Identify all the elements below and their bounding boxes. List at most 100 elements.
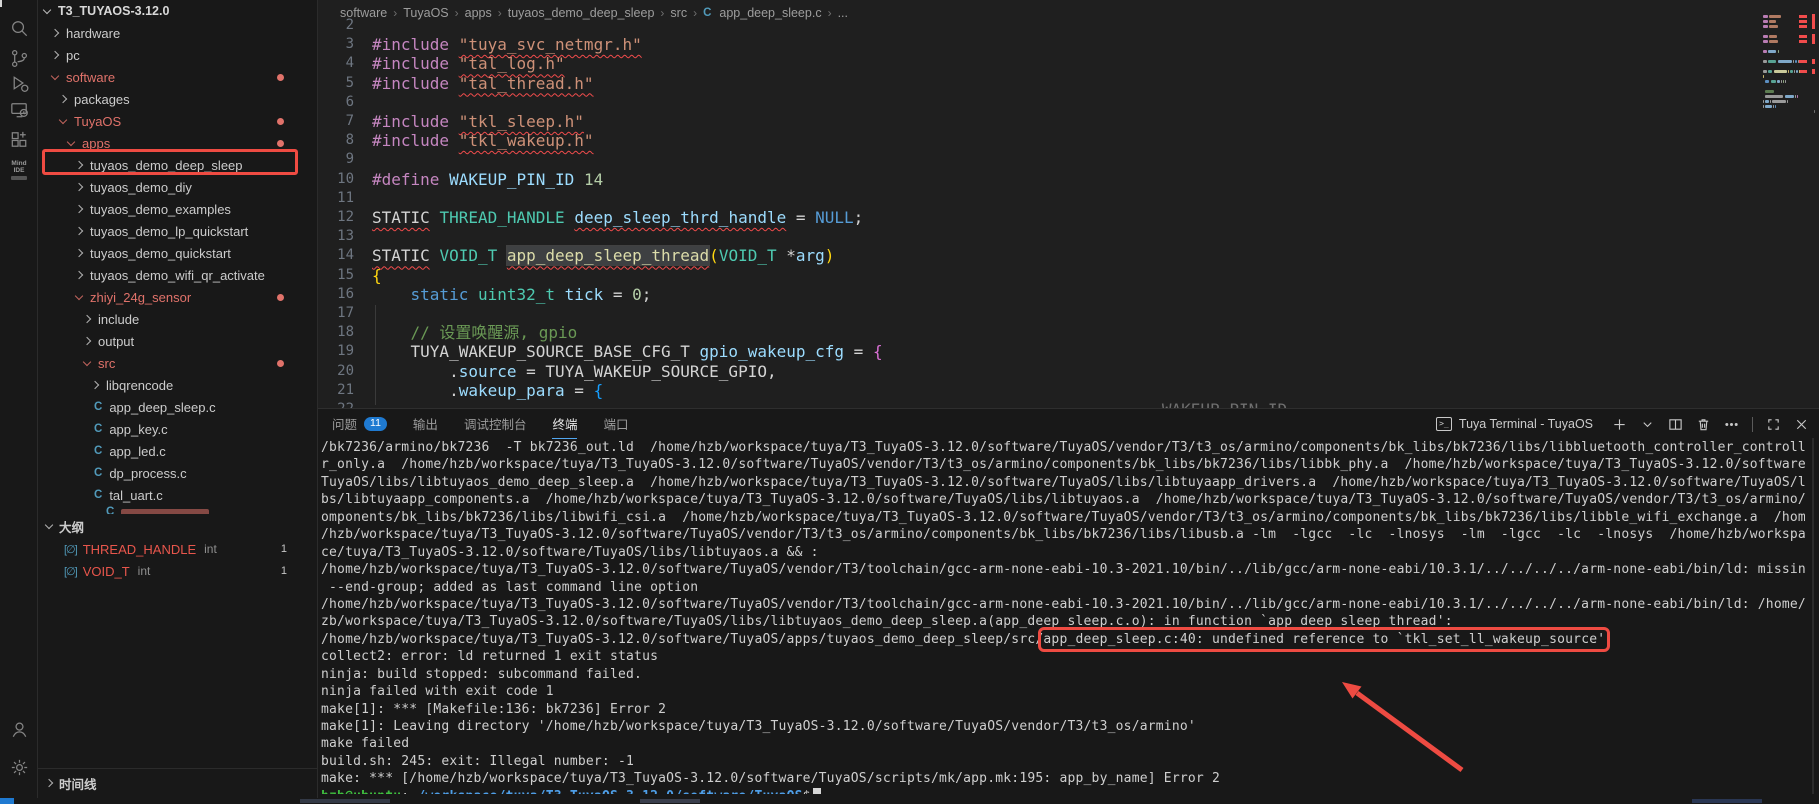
code-text: #include "tuya_svc_netmgr.h" [372,35,642,54]
code-line-18[interactable]: 18 // 设置唤醒源, gpio [318,323,1759,342]
terminal-title[interactable]: >_ Tuya Terminal - TuyaOS [1436,417,1593,431]
code-line-4[interactable]: 4#include "tal_log.h" [318,54,1759,73]
line-number: 22 [318,400,354,408]
extensions-icon[interactable] [0,124,38,154]
terminal-output[interactable]: /bk7236/armino/bk7236 -T bk7236_out.ld /… [321,439,1805,794]
terminal-icon: >_ [1436,417,1452,431]
tree-item-tuyaos_demo_examples[interactable]: tuyaos_demo_examples [38,198,317,220]
outline-item-VOID_T[interactable]: [∅]VOID_Tint1 [38,560,317,582]
chevron-right-icon [59,95,67,103]
tree-item-hardware[interactable]: hardware [38,22,317,44]
tree-item-label: src [98,356,115,371]
code-area[interactable]: 23#include "tuya_svc_netmgr.h"4#include … [318,25,1759,408]
terminal-scrollbar[interactable] [1812,438,1814,794]
code-line-21[interactable]: 21 .wakeup_para = { [318,381,1759,400]
code-line-22[interactable]: 22 WAKEUP_PIN_ID [318,400,1759,408]
terminal-prompt[interactable]: hzb@ubuntu:~/workspace/tuya/T3_TuyaOS-3.… [321,788,1805,794]
code-line-19[interactable]: 19 TUYA_WAKEUP_SOURCE_BASE_CFG_T gpio_wa… [318,342,1759,361]
code-line-12[interactable]: 12STATIC THREAD_HANDLE deep_sleep_thrd_h… [318,208,1759,227]
tree-item-label: libqrencode [106,378,173,393]
line-number: 6 [318,93,354,112]
code-line-14[interactable]: 14STATIC VOID_T app_deep_sleep_thread(VO… [318,246,1759,265]
panel-tab-label: 输出 [413,414,438,433]
outline-item-THREAD_HANDLE[interactable]: [∅]THREAD_HANDLEint1 [38,538,317,560]
tree-item-pc[interactable]: pc [38,44,317,66]
code-line-3[interactable]: 3#include "tuya_svc_netmgr.h" [318,35,1759,54]
tree-item-tuyaos_demo_quickstart[interactable]: tuyaos_demo_quickstart [38,242,317,264]
add-terminal-icon[interactable] [1612,417,1627,432]
tree-item-tuyaos_demo_wifi_qr_activate[interactable]: tuyaos_demo_wifi_qr_activate [38,264,317,286]
tree-item-TuyaOS[interactable]: TuyaOS [38,110,317,132]
tree-item-app_key.c[interactable]: Capp_key.c [38,418,317,440]
tree-item-src[interactable]: src [38,352,317,374]
code-editor[interactable]: software›TuyaOS›apps›tuyaos_demo_deep_sl… [318,0,1819,408]
chevron-right-icon [75,205,83,213]
indent-guide [375,305,376,405]
active-view-indicator [0,0,2,7]
chevron-down-icon [45,520,53,528]
code-line-17[interactable]: 17 [318,304,1759,323]
outline-title: 大纲 [59,517,84,536]
tree-item-dp_process.c[interactable]: Cdp_process.c [38,462,317,484]
tree-item-label: include [98,312,139,327]
search-icon[interactable] [0,13,38,43]
tree-item-include[interactable]: include [38,308,317,330]
code-line-6[interactable]: 6 [318,93,1759,112]
panel-tab-终端[interactable]: 终端 [552,409,577,439]
run-debug-icon[interactable] [0,68,38,98]
code-line-15[interactable]: 15{ [318,266,1759,285]
kill-terminal-icon[interactable] [1696,417,1711,432]
remote-explorer-icon[interactable] [0,95,38,125]
panel-tab-端口[interactable]: 端口 [603,409,628,439]
panel-tab-输出[interactable]: 输出 [413,409,438,439]
account-icon[interactable] [0,714,38,744]
timeline-header[interactable]: 时间线 [38,771,317,795]
vscode-window: MindIDE T3_TUYAOS-3.12.0hardwarepcsoftwa… [0,0,1819,804]
settings-gear-icon[interactable] [0,752,38,782]
code-line-11[interactable]: 11 [318,189,1759,208]
mind-ide-icon[interactable]: MindIDE [0,155,38,185]
code-line-8[interactable]: 8#include "tkl_wakeup.h" [318,131,1759,150]
terminal-line: bs/libtuyaapp_components.a /home/hzb/wor… [321,491,1805,508]
tree-item-tuyaos_demo_lp_quickstart[interactable]: tuyaos_demo_lp_quickstart [38,220,317,242]
tree-item-app_deep_sleep.c[interactable]: Capp_deep_sleep.c [38,396,317,418]
code-text: static uint32_t tick = 0; [372,285,651,304]
tree-item-tuyaos_demo_deep_sleep[interactable]: tuyaos_demo_deep_sleep [38,154,317,176]
panel-tab-问题[interactable]: 问题11 [332,409,387,439]
tree-item-apps[interactable]: apps [38,132,317,154]
close-panel-icon[interactable] [1794,417,1809,432]
code-line-10[interactable]: 10#define WAKEUP_PIN_ID 14 [318,170,1759,189]
terminal-line: collect2: error: ld returned 1 exit stat… [321,648,1805,665]
panel-tab-label: 调试控制台 [464,414,527,433]
chevron-down-icon [51,71,59,79]
tree-root[interactable]: T3_TUYAOS-3.12.0 [38,0,317,22]
split-terminal-icon[interactable] [1668,417,1683,432]
terminal-dropdown-icon[interactable] [1640,417,1655,432]
terminal-line: /home/hzb/workspace/tuya/T3_TuyaOS-3.12.… [321,631,1805,648]
tree-item-app_led.c[interactable]: Capp_led.c [38,440,317,462]
line-number: 9 [318,150,354,169]
code-line-7[interactable]: 7#include "tkl_sleep.h" [318,112,1759,131]
code-line-16[interactable]: 16 static uint32_t tick = 0; [318,285,1759,304]
tree-item-software[interactable]: software [38,66,317,88]
minimap[interactable] [1761,6,1815,176]
tree-item-label: app_key.c [109,422,167,437]
code-line-2[interactable]: 2 [318,16,1759,35]
tree-item-tuyaos_demo_diy[interactable]: tuyaos_demo_diy [38,176,317,198]
outline-header[interactable]: 大纲 [38,514,317,538]
code-line-13[interactable]: 13 [318,227,1759,246]
terminal-line: r_only.a /home/hzb/workspace/tuya/T3_Tuy… [321,456,1805,473]
tree-item-libqrencode[interactable]: libqrencode [38,374,317,396]
code-line-9[interactable]: 9 [318,150,1759,169]
tree-item-label: zhiyi_24g_sensor [90,290,191,305]
maximize-panel-icon[interactable] [1766,417,1781,432]
tree-item-label: tuyaos_demo_lp_quickstart [90,224,248,239]
code-line-20[interactable]: 20 .source = TUYA_WAKEUP_SOURCE_GPIO, [318,362,1759,381]
panel-tab-调试控制台[interactable]: 调试控制台 [464,409,527,439]
tree-item-output[interactable]: output [38,330,317,352]
more-actions-icon[interactable] [1724,417,1739,432]
tree-item-zhiyi_24g_sensor[interactable]: zhiyi_24g_sensor [38,286,317,308]
tree-item-tal_uart.c[interactable]: Ctal_uart.c [38,484,317,506]
tree-item-packages[interactable]: packages [38,88,317,110]
code-line-5[interactable]: 5#include "tal_thread.h" [318,74,1759,93]
